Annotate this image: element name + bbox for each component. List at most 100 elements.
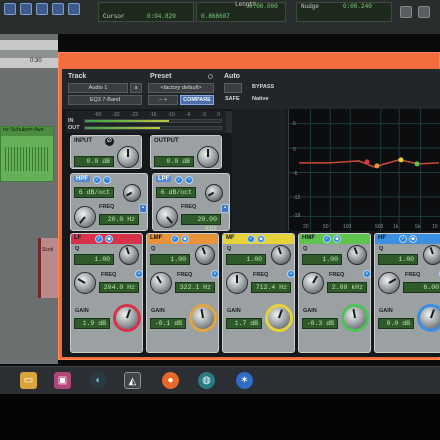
preset-field[interactable]: <factory default> <box>148 83 214 93</box>
track-region[interactable]: Scrol <box>38 238 58 298</box>
band-link-icon[interactable]: ▪ <box>363 270 371 278</box>
band-enable-icon[interactable]: ✓ <box>399 235 407 243</box>
grid-icon[interactable] <box>400 6 412 18</box>
lpf-link-icon[interactable]: ▪ <box>221 204 229 213</box>
lpf-enable-icon[interactable]: ✓ <box>175 176 183 184</box>
hpf-enable-icon[interactable]: ✓ <box>93 176 101 184</box>
band-q-knob[interactable] <box>119 245 139 265</box>
band-q-value[interactable]: 1.00 <box>226 254 266 265</box>
tool-icon[interactable] <box>68 3 80 15</box>
band-enable-icon[interactable]: ✓ <box>323 235 331 243</box>
lpf-slope-knob[interactable] <box>205 184 223 202</box>
band-freq-value[interactable]: 322.1 Hz <box>175 282 215 293</box>
band-q-knob[interactable] <box>271 245 291 265</box>
hpf-freq-knob[interactable] <box>74 206 96 228</box>
clip-name: nz-Schubert-Ave <box>1 127 53 136</box>
band-q-knob[interactable] <box>423 245 440 265</box>
band-freq-knob[interactable] <box>74 272 96 294</box>
nudge-counter[interactable]: Nudge 0:00.240 <box>296 2 392 22</box>
band-shape-icon[interactable]: ◆ <box>333 235 341 243</box>
lpf-slope-value[interactable]: 6 dB/oct <box>156 187 196 198</box>
band-gain-value[interactable]: 0.0 dB <box>378 318 414 329</box>
band-freq-knob[interactable] <box>378 272 400 294</box>
auto-button[interactable] <box>224 83 242 93</box>
hpf-shape-icon[interactable]: ~ <box>103 176 111 184</box>
output-gain-knob[interactable] <box>197 146 219 168</box>
band-gain-knob[interactable] <box>189 304 217 332</box>
preset-minus-plus[interactable]: − + <box>148 95 178 105</box>
band-link-icon[interactable]: ▪ <box>135 270 143 278</box>
app-round-icon[interactable]: ◐ <box>90 372 107 389</box>
lpf-freq-value[interactable]: 20.00 kHz <box>181 214 221 232</box>
cursor-counter[interactable]: Length 0.868607 0:00.000 <box>196 1 286 22</box>
phase-invert-button[interactable]: Ø <box>105 137 114 146</box>
hpf-slope-value[interactable]: 6 dB/oct <box>74 187 114 198</box>
band-link-icon[interactable]: ▪ <box>287 270 295 278</box>
hpf-slope-knob[interactable] <box>123 184 141 202</box>
band-gain-knob[interactable] <box>341 304 369 332</box>
track-slot-button[interactable]: a <box>130 83 142 93</box>
band-q-value[interactable]: 1.00 <box>378 254 418 265</box>
band-q-knob[interactable] <box>195 245 215 265</box>
band-freq-value[interactable]: 712.4 Hz <box>251 282 291 293</box>
tool-icon[interactable] <box>4 3 16 15</box>
output-gain-value[interactable]: 0.0 dB <box>154 156 194 167</box>
band-gain-label: GAIN <box>303 308 317 314</box>
photo-icon[interactable]: ▣ <box>54 372 71 389</box>
band-q-value[interactable]: 1.00 <box>302 254 342 265</box>
band-enable-icon[interactable]: ✓ <box>247 235 255 243</box>
tool-icon[interactable] <box>36 3 48 15</box>
band-freq-value[interactable]: 2.00 kHz <box>327 282 367 293</box>
band-freq-value[interactable]: 204.0 Hz <box>99 282 139 293</box>
main-counter[interactable]: Cursor 0:04.829 <box>98 2 194 22</box>
band-gain-value[interactable]: -0.1 dB <box>150 318 186 329</box>
compare-button[interactable]: COMPARE <box>180 95 214 105</box>
monitor-bezel <box>0 394 440 440</box>
band-freq-value[interactable]: 6.00 <box>403 282 440 293</box>
plugin-name-field[interactable]: EQ3 7-Band <box>68 95 142 105</box>
band-freq-knob[interactable] <box>302 272 324 294</box>
band-q-knob[interactable] <box>347 245 367 265</box>
band-gain-knob[interactable] <box>113 304 141 332</box>
grid-icon[interactable] <box>418 6 430 18</box>
hpf-link-icon[interactable]: ▪ <box>139 204 147 213</box>
band-q-value[interactable]: 1.00 <box>150 254 190 265</box>
input-gain-knob[interactable] <box>117 146 139 168</box>
band-shape-icon[interactable]: ◆ <box>257 235 265 243</box>
band-freq-knob[interactable] <box>226 272 248 294</box>
band-name: HMF <box>302 235 315 241</box>
audio-clip[interactable]: nz-Schubert-Ave <box>0 126 54 182</box>
eq-frequency-graph[interactable]: 6 0 -6 -12 -18 20 50 100 500 1k 5k 10 <box>288 109 440 231</box>
lpf-freq-label: FREQ <box>181 204 197 210</box>
band-gain-knob[interactable] <box>417 304 440 332</box>
pro-tools-icon[interactable]: ◭ <box>124 372 141 389</box>
band-gain-value[interactable]: 1.9 dB <box>74 318 110 329</box>
blue-app-icon[interactable]: ✶ <box>236 372 253 389</box>
graph-x-tick: 100 <box>343 224 352 230</box>
input-gain-value[interactable]: 0.0 dB <box>74 156 114 167</box>
band-freq-knob[interactable] <box>150 272 172 294</box>
lpf-freq-knob[interactable] <box>156 206 178 228</box>
band-enable-icon[interactable]: ✓ <box>95 235 103 243</box>
band-shape-icon[interactable]: ◆ <box>105 235 113 243</box>
track-name-field[interactable]: Audio 1 <box>68 83 128 93</box>
lpf-shape-icon[interactable]: ~ <box>185 176 193 184</box>
band-shape-icon[interactable]: ◆ <box>409 235 417 243</box>
band-link-icon[interactable]: ▪ <box>211 270 219 278</box>
timeline-ruler[interactable]: 0:30 <box>0 58 58 68</box>
band-gain-knob[interactable] <box>265 304 293 332</box>
band-shape-icon[interactable]: ◆ <box>181 235 189 243</box>
globe-app-icon[interactable]: ◍ <box>198 372 215 389</box>
tool-icon[interactable] <box>20 3 32 15</box>
output-panel: OUTPUT 0.0 dB <box>150 135 222 169</box>
tool-icon[interactable] <box>52 3 64 15</box>
file-explorer-icon[interactable]: ▭ <box>20 372 37 389</box>
band-gain-value[interactable]: 1.7 dB <box>226 318 262 329</box>
safe-button[interactable]: SAFE <box>225 96 240 102</box>
firefox-icon[interactable]: ● <box>162 372 179 389</box>
band-gain-value[interactable]: -0.3 dB <box>302 318 338 329</box>
bypass-button[interactable]: BYPASS <box>252 84 274 90</box>
band-q-value[interactable]: 1.00 <box>74 254 114 265</box>
band-enable-icon[interactable]: ✓ <box>171 235 179 243</box>
hpf-freq-value[interactable]: 20.0 Hz <box>99 214 139 225</box>
